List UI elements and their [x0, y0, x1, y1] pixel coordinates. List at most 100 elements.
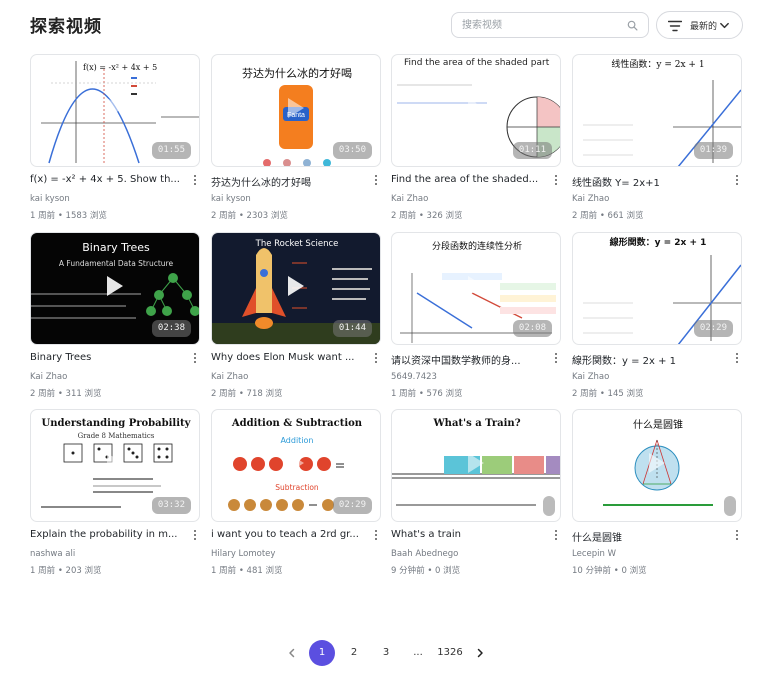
video-author[interactable]: kai kyson: [211, 194, 251, 204]
video-thumbnail[interactable]: f(x) = -x² + 4x + 5 01:55: [30, 54, 200, 167]
video-age: 2 周前: [572, 389, 598, 399]
more-options-icon[interactable]: [190, 527, 200, 543]
separator-dot: •: [238, 211, 247, 221]
page-ellipsis[interactable]: ...: [405, 640, 431, 666]
video-meta: 2 周前 • 145 浏览: [572, 387, 643, 399]
separator-dot: •: [418, 389, 427, 399]
video-card[interactable]: 分段函数的连续性分析 02:08 请以资深中国数学教师的身... 5649.74…: [391, 232, 561, 402]
more-options-icon[interactable]: [732, 350, 742, 366]
video-title[interactable]: 什么是圆锥: [572, 529, 722, 544]
video-card[interactable]: Understanding Probability Grade 8 Mathem…: [30, 409, 200, 579]
video-author[interactable]: Kai Zhao: [572, 372, 609, 382]
video-views: 203 浏览: [65, 566, 102, 576]
separator-dot: •: [57, 389, 66, 399]
video-thumbnail[interactable]: 线性函数：y = 2x + 1 01:39: [572, 54, 742, 167]
separator-dot: •: [418, 211, 427, 221]
search-input[interactable]: [462, 17, 622, 34]
more-options-icon[interactable]: [371, 350, 381, 366]
video-author[interactable]: Baah Abednego: [391, 549, 458, 559]
more-options-icon[interactable]: [551, 527, 561, 543]
video-views: 2303 浏览: [246, 211, 288, 221]
more-options-icon[interactable]: [190, 350, 200, 366]
video-title[interactable]: 请以资深中国数学教师的身...: [391, 352, 541, 367]
pagination: 1 2 3 ... 1326: [0, 640, 766, 666]
video-card[interactable]: 線形関数：y = 2x + 1 02:29 線形関数：y = 2x + 1 Ka…: [572, 232, 742, 402]
video-thumbnail[interactable]: Binary Trees A Fundamental Data Structur…: [30, 232, 200, 345]
page-button-3[interactable]: 3: [373, 640, 399, 666]
video-card[interactable]: What's a Train? What's a train Baah Abed…: [391, 409, 561, 579]
search-box[interactable]: [451, 12, 649, 38]
video-card[interactable]: f(x) = -x² + 4x + 5 01:55 f(x) = -x² + 4…: [30, 54, 200, 224]
next-page-button[interactable]: [467, 640, 493, 666]
video-title[interactable]: 线性函数 Y= 2x+1: [572, 174, 722, 189]
video-author[interactable]: Lecepin W: [572, 549, 616, 559]
video-meta: 1 周前 • 576 浏览: [391, 387, 462, 399]
more-options-icon[interactable]: [551, 172, 561, 188]
video-title[interactable]: Explain the probability in m...: [30, 529, 180, 540]
video-age: 2 周前: [30, 389, 56, 399]
more-options-icon[interactable]: [732, 527, 742, 543]
more-options-icon[interactable]: [371, 172, 381, 188]
play-icon: [649, 276, 665, 296]
thumbnail-caption: 什么是圆锥: [633, 420, 683, 431]
video-thumbnail[interactable]: Fanta 芬达为什么冰的才好喝 03:50: [211, 54, 381, 167]
video-author[interactable]: Kai Zhao: [572, 194, 609, 204]
video-thumbnail[interactable]: 分段函数的连续性分析 02:08: [391, 232, 561, 345]
filter-icon: [668, 20, 682, 32]
video-age: 1 周前: [211, 566, 237, 576]
more-options-icon[interactable]: [732, 172, 742, 188]
video-age: 1 周前: [30, 566, 56, 576]
more-options-icon[interactable]: [371, 527, 381, 543]
video-title[interactable]: Find the area of the shaded...: [391, 174, 541, 185]
video-thumbnail[interactable]: 線形関数：y = 2x + 1 02:29: [572, 232, 742, 345]
video-card[interactable]: Binary Trees A Fundamental Data Structur…: [30, 232, 200, 402]
duration-badge: 01:55: [151, 142, 191, 159]
video-author[interactable]: Kai Zhao: [391, 194, 428, 204]
page-button-1[interactable]: 1: [309, 640, 335, 666]
separator-dot: •: [599, 211, 608, 221]
thumbnail-caption: Binary Trees: [82, 241, 150, 254]
video-title[interactable]: 線形関数：y = 2x + 1: [572, 352, 722, 367]
video-title[interactable]: i want you to teach a 2rd gr...: [211, 529, 361, 540]
video-views: 481 浏览: [246, 566, 283, 576]
video-author[interactable]: Hilary Lomotey: [211, 549, 275, 559]
video-meta: 2 周前 • 2303 浏览: [211, 209, 288, 221]
video-thumbnail[interactable]: Addition & Subtraction Addition Subtract…: [211, 409, 381, 522]
more-options-icon[interactable]: [190, 172, 200, 188]
more-options-icon[interactable]: [551, 350, 561, 366]
video-author[interactable]: Kai Zhao: [30, 372, 67, 382]
video-author[interactable]: kai kyson: [30, 194, 70, 204]
video-age: 10 分钟前: [572, 566, 612, 576]
video-title[interactable]: f(x) = -x² + 4x + 5. Show th...: [30, 174, 180, 185]
video-title[interactable]: Binary Trees: [30, 352, 180, 363]
play-icon: [288, 276, 304, 296]
video-title[interactable]: What's a train: [391, 529, 541, 540]
video-title[interactable]: 芬达为什么冰的才好喝: [211, 174, 361, 189]
page-button-last[interactable]: 1326: [435, 640, 465, 666]
video-card[interactable]: 线性函数：y = 2x + 1 01:39 线性函数 Y= 2x+1 Kai Z…: [572, 54, 742, 224]
chevron-down-icon: [720, 22, 729, 29]
video-card[interactable]: Addition & Subtraction Addition Subtract…: [211, 409, 381, 579]
video-title[interactable]: Why does Elon Musk want ...: [211, 352, 361, 363]
video-author[interactable]: 5649.7423: [391, 372, 437, 382]
sort-dropdown[interactable]: 最新的: [656, 11, 743, 39]
search-icon[interactable]: [627, 20, 638, 31]
play-icon: [649, 453, 665, 473]
video-card[interactable]: 什么是圆锥 什么是圆锥 Lecepin W 10 分钟前 • 0 浏览: [572, 409, 742, 579]
page-button-2[interactable]: 2: [341, 640, 367, 666]
video-author[interactable]: Kai Zhao: [211, 372, 248, 382]
video-views: 0 浏览: [621, 566, 647, 576]
video-age: 2 周前: [572, 211, 598, 221]
prev-page-button[interactable]: [279, 640, 305, 666]
video-thumbnail[interactable]: Find the area of the shaded part 01:11: [391, 54, 561, 167]
video-card[interactable]: Fanta 芬达为什么冰的才好喝 03:50 芬达为什么冰的才好喝 kai ky…: [211, 54, 381, 224]
video-thumbnail[interactable]: 什么是圆锥: [572, 409, 742, 522]
separator-dot: •: [57, 211, 66, 221]
video-thumbnail[interactable]: What's a Train?: [391, 409, 561, 522]
video-thumbnail[interactable]: Understanding Probability Grade 8 Mathem…: [30, 409, 200, 522]
video-views: 145 浏览: [607, 389, 644, 399]
video-thumbnail[interactable]: The Rocket Science 01:44: [211, 232, 381, 345]
video-card[interactable]: Find the area of the shaded part 01:11 F…: [391, 54, 561, 224]
video-card[interactable]: The Rocket Science 01:44 Why does Elon M…: [211, 232, 381, 402]
video-author[interactable]: nashwa ali: [30, 549, 75, 559]
